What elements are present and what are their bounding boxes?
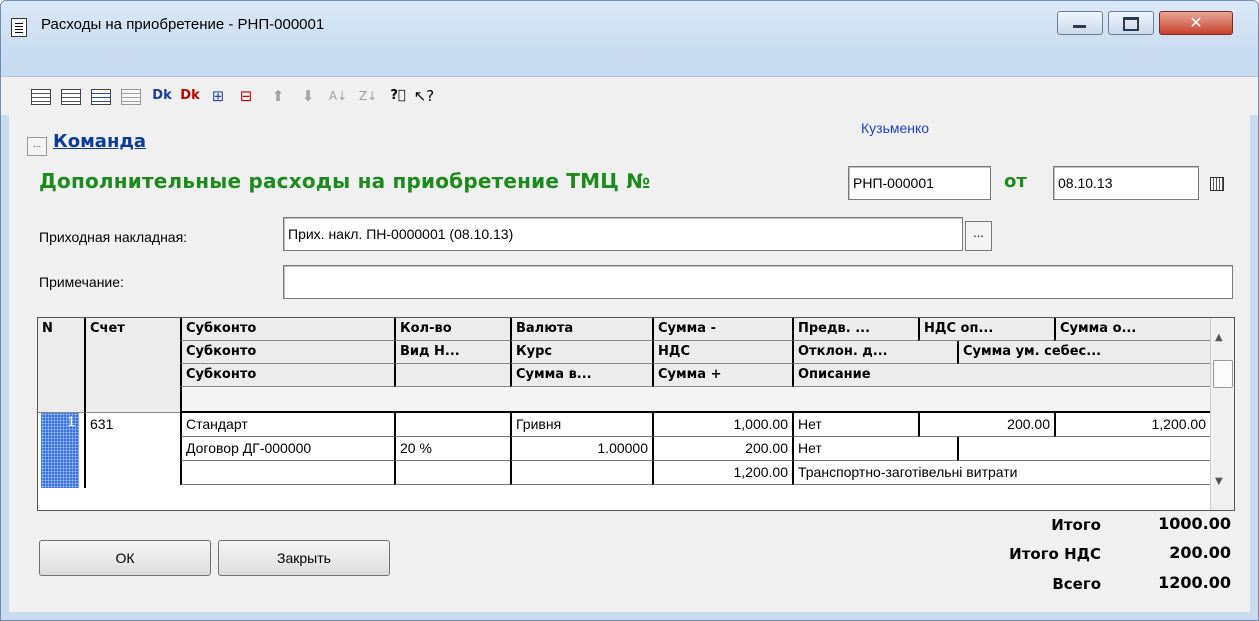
col-header-n[interactable]: N bbox=[38, 318, 84, 413]
total-value: 1000.00 bbox=[1158, 514, 1231, 533]
scroll-up-icon[interactable]: ▲ bbox=[1215, 332, 1223, 343]
cell-sum-cost[interactable] bbox=[957, 437, 1210, 461]
grand-total-label: Всего bbox=[1052, 575, 1101, 593]
doc-number-field[interactable]: РНП-000001 bbox=[848, 166, 991, 200]
col-header-vat[interactable]: НДС bbox=[652, 341, 792, 364]
form-heading: Дополнительные расходы на приобретение Т… bbox=[39, 169, 651, 193]
note-field[interactable] bbox=[283, 265, 1233, 299]
delete-row-icon[interactable] bbox=[91, 89, 111, 105]
col-header-description[interactable]: Описание bbox=[792, 364, 1210, 387]
col-header-currency[interactable]: Валюта bbox=[510, 318, 652, 341]
add-row-below-icon[interactable] bbox=[61, 89, 81, 105]
col-header-sum-o[interactable]: Сумма о... bbox=[1054, 318, 1210, 341]
sort-asc-icon[interactable]: A↓ bbox=[327, 85, 349, 107]
author-name: Кузьменко bbox=[861, 120, 930, 136]
move-up-icon[interactable]: ⬆ bbox=[267, 85, 289, 107]
command-link[interactable]: Команда bbox=[53, 131, 146, 152]
grand-total-value: 1200.00 bbox=[1158, 573, 1231, 592]
sort-desc-icon[interactable]: Z↓ bbox=[357, 85, 379, 107]
header-spacer bbox=[180, 387, 1210, 413]
ok-button[interactable]: ОК bbox=[39, 540, 211, 576]
col-header-amount-val[interactable]: Сумма в... bbox=[510, 364, 652, 387]
col-header-sum-plus[interactable]: Сумма + bbox=[652, 364, 792, 387]
minimize-button[interactable] bbox=[1057, 11, 1103, 35]
cell-prepay[interactable]: Нет bbox=[792, 413, 918, 437]
cell-deviation[interactable]: Нет bbox=[792, 437, 957, 461]
col-header-deviation[interactable]: Отклон. д... bbox=[792, 341, 957, 364]
cell-vat-type[interactable]: 20 % bbox=[394, 437, 510, 461]
whats-this-icon[interactable]: ↖? bbox=[413, 85, 435, 107]
cell-amount-val[interactable] bbox=[510, 461, 652, 485]
debit-credit-alt-icon[interactable]: Dk bbox=[179, 85, 201, 107]
cell-subconto1[interactable]: Стандарт bbox=[180, 413, 394, 437]
cell-sum-plus[interactable]: 1,200.00 bbox=[652, 461, 792, 485]
toolbar: Dk Dk ⊞ ⊟ ⬆ ⬇ A↓ Z↓ ?⃞ ↖? bbox=[1, 76, 1258, 115]
document-window: Расходы на приобретение - РНП-000001 ✕ D… bbox=[0, 0, 1259, 621]
row-number-cell[interactable]: 1 bbox=[41, 413, 79, 488]
col-header-account[interactable]: Счет bbox=[84, 318, 180, 413]
cell-subconto2[interactable]: Договор ДГ-000000 bbox=[180, 437, 394, 461]
insert-column-icon[interactable]: ⊞ bbox=[207, 85, 229, 107]
cell-vat-op[interactable]: 200.00 bbox=[918, 413, 1054, 437]
scroll-down-icon[interactable]: ▼ bbox=[1215, 476, 1223, 487]
col-header-qty[interactable]: Кол-во bbox=[394, 318, 510, 341]
debit-credit-icon[interactable]: Dk bbox=[151, 85, 173, 107]
calendar-button[interactable] bbox=[1199, 167, 1233, 201]
close-button[interactable]: Закрыть bbox=[218, 540, 390, 576]
window-title: Расходы на приобретение - РНП-000001 bbox=[41, 16, 325, 33]
date-field[interactable]: 08.10.13 bbox=[1053, 166, 1199, 200]
total-label: Итого bbox=[1051, 516, 1101, 534]
col-header-subconto2[interactable]: Субконто bbox=[180, 341, 394, 364]
move-down-icon[interactable]: ⬇ bbox=[297, 85, 319, 107]
col-header-rate[interactable]: Курс bbox=[510, 341, 652, 364]
add-row-icon[interactable] bbox=[31, 89, 51, 105]
invoice-select-button[interactable]: ... bbox=[965, 221, 992, 251]
col-header-vat-type[interactable]: Вид Н... bbox=[394, 341, 510, 364]
close-icon: ✕ bbox=[1189, 13, 1203, 32]
cell-account[interactable]: 631 bbox=[84, 413, 180, 488]
expenses-table[interactable]: N Счет Субконто Кол-во Валюта Сумма - Пр… bbox=[37, 317, 1235, 511]
col-header-prepay[interactable]: Предв. ... bbox=[792, 318, 918, 341]
col-header-sum-minus[interactable]: Сумма - bbox=[652, 318, 792, 341]
title-bar[interactable]: Расходы на приобретение - РНП-000001 ✕ bbox=[1, 1, 1258, 63]
invoice-field[interactable]: Прих. накл. ПН-0000001 (08.10.13) bbox=[283, 217, 963, 251]
copy-row-icon[interactable] bbox=[121, 89, 141, 105]
vat-total-label: Итого НДС bbox=[1009, 545, 1101, 563]
note-label: Примечание: bbox=[39, 274, 124, 290]
col-header-blank bbox=[394, 364, 510, 387]
invoice-label: Приходная накладная: bbox=[39, 229, 188, 245]
cell-description[interactable]: Транспортно-заготівельні витрати bbox=[792, 461, 1210, 485]
calendar-icon bbox=[1210, 177, 1224, 191]
col-header-subconto1[interactable]: Субконто bbox=[180, 318, 394, 341]
col-header-sum-cost[interactable]: Сумма ум. себес... bbox=[957, 341, 1210, 364]
date-label: от bbox=[1004, 171, 1027, 192]
close-window-button[interactable]: ✕ bbox=[1159, 11, 1233, 35]
cell-vat[interactable]: 200.00 bbox=[652, 437, 792, 461]
document-icon bbox=[11, 18, 27, 37]
cell-rate[interactable]: 1.00000 bbox=[510, 437, 652, 461]
help-icon[interactable]: ?⃞ bbox=[387, 85, 409, 107]
vat-total-value: 200.00 bbox=[1169, 543, 1231, 562]
cell-sum-minus[interactable]: 1,000.00 bbox=[652, 413, 792, 437]
scroll-thumb[interactable] bbox=[1213, 360, 1233, 388]
column-settings-icon[interactable]: ⊟ bbox=[235, 85, 257, 107]
col-header-subconto3[interactable]: Субконто bbox=[180, 364, 394, 387]
cell-subconto3[interactable] bbox=[180, 461, 394, 485]
cell-empty[interactable] bbox=[394, 461, 510, 485]
cell-sum-o[interactable]: 1,200.00 bbox=[1054, 413, 1210, 437]
col-header-vat-op[interactable]: НДС оп... bbox=[918, 318, 1054, 341]
maximize-button[interactable] bbox=[1108, 11, 1154, 35]
cell-currency[interactable]: Гривня bbox=[510, 413, 652, 437]
cell-qty[interactable] bbox=[394, 413, 510, 437]
table-scrollbar[interactable]: ▲ ▼ bbox=[1210, 318, 1234, 510]
command-select-button[interactable]: ... bbox=[27, 137, 47, 156]
